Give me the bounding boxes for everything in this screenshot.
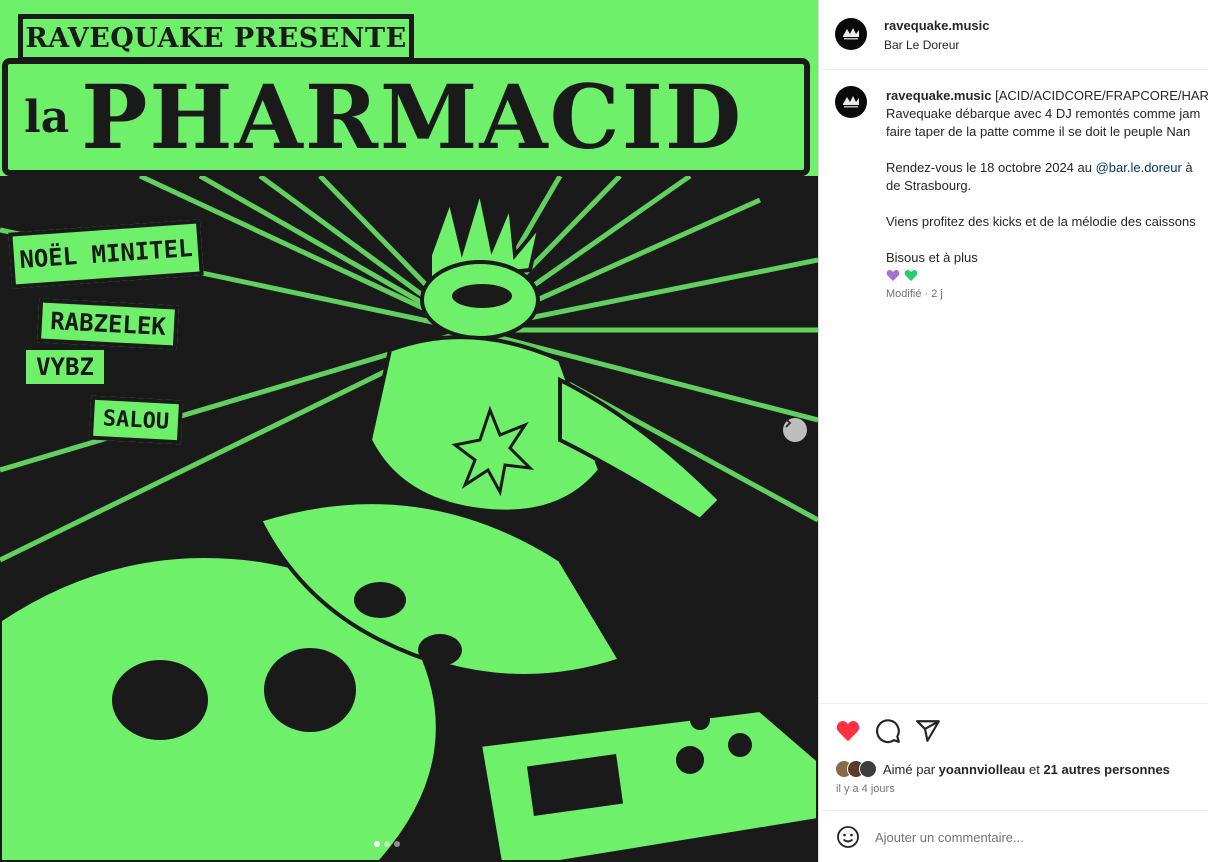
caption-line: à (1181, 160, 1193, 175)
post-author-username[interactable]: ravequake.music (884, 18, 990, 33)
ravequake-logo-icon (843, 96, 859, 108)
comment-bar (819, 810, 1208, 862)
others-likes-link[interactable]: 21 autres personnes (1043, 762, 1169, 777)
smiley-icon[interactable] (836, 825, 860, 849)
caption-avatar[interactable] (835, 86, 867, 118)
caption-line: Ravequake débarque avec 4 DJ remontés co… (886, 106, 1201, 121)
caption-line: Viens profitez des kicks et de la mélodi… (886, 214, 1196, 229)
post-image: RAVEQUAKE PRESENTE la PHARMACID NOËL MIN… (0, 0, 818, 862)
caption-line: faire taper de la patte comme il se doit… (886, 124, 1191, 139)
chevron-right-icon (785, 418, 792, 428)
send-icon[interactable] (915, 718, 941, 744)
likes-summary: Aimé par yoannviolleau et 21 autres pers… (835, 760, 1170, 778)
avatar[interactable] (835, 18, 867, 50)
ravequake-logo-icon (843, 28, 859, 40)
poster-header: RAVEQUAKE PRESENTE (18, 14, 414, 62)
dj-name: VYBZ (22, 346, 108, 388)
caption-line: Rendez-vous le 18 octobre 2024 au (886, 160, 1096, 175)
caption-line: de Strasbourg. (886, 178, 972, 193)
dj-name: SALOU (88, 395, 184, 445)
carousel-indicator (374, 841, 400, 847)
green-heart-icon (904, 270, 918, 281)
caption-line: [ACID/ACIDCORE/FRAPCORE/HARD (995, 88, 1208, 103)
avatar (859, 760, 877, 778)
carousel-next-button[interactable] (783, 418, 807, 442)
purple-heart-icon (886, 270, 900, 281)
post-timestamp[interactable]: il y a 4 jours (836, 783, 895, 795)
caption-emojis (886, 267, 1208, 285)
comment-input[interactable] (875, 825, 1175, 849)
caption-line: Bisous et à plus (886, 250, 978, 265)
post-actions: Aimé par yoannviolleau et 21 autres pers… (819, 703, 1208, 810)
dj-name: RABZELEK (36, 298, 180, 350)
mention-link[interactable]: @bar.le.doreur (1096, 160, 1182, 175)
post-details-panel: ravequake.music Bar Le Doreur ravequake.… (818, 0, 1208, 862)
caption-text: ravequake.music [ACID/ACIDCORE/FRAPCORE/… (886, 87, 1208, 303)
heart-filled-icon[interactable] (835, 718, 861, 744)
poster-title-banner: la PHARMACID (2, 58, 810, 176)
likes-prefix: Aimé par (883, 761, 936, 777)
liker-avatars[interactable] (835, 760, 877, 778)
carousel-dot-active (374, 841, 380, 847)
caption-modified-time: Modifié · 2 j (886, 288, 943, 300)
carousel-dot (394, 841, 400, 847)
comment-icon[interactable] (875, 718, 901, 744)
post-location[interactable]: Bar Le Doreur (884, 38, 959, 52)
caption-username[interactable]: ravequake.music (886, 88, 992, 103)
poster-title-prefix: la (24, 91, 70, 143)
liker-username[interactable]: yoannviolleau (939, 762, 1026, 777)
poster-title: PHARMACID (81, 65, 744, 169)
post-header: ravequake.music Bar Le Doreur (819, 0, 1208, 70)
likes-middle: et (1028, 761, 1040, 777)
carousel-dot (384, 841, 390, 847)
